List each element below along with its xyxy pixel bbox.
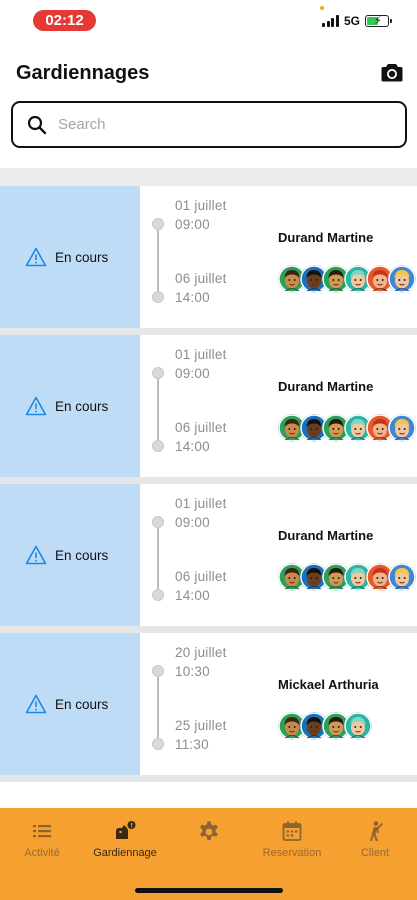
status-label: En cours xyxy=(55,249,109,265)
status-indicators: 5G ⚡ xyxy=(322,13,392,29)
battery-icon: ⚡ xyxy=(365,15,392,27)
timeline-start-dot xyxy=(152,665,164,677)
timeline-end-dot xyxy=(152,738,164,750)
end-time: 14:00 xyxy=(175,588,210,603)
status-bar: 02:12 5G ⚡ xyxy=(0,0,417,44)
start-date: 20 juillet xyxy=(175,645,227,660)
date-timeline: 01 juillet 09:00 06 juillet 14:00 xyxy=(140,484,275,626)
gardiennage-card[interactable]: En cours 20 juillet 10:30 25 juillet 11:… xyxy=(0,633,417,782)
nav-reservation[interactable]: Reservation xyxy=(255,820,329,859)
search-bar[interactable] xyxy=(11,101,407,148)
end-date: 06 juillet xyxy=(175,271,227,286)
start-date: 01 juillet xyxy=(175,198,227,213)
nav-activite[interactable]: Activité xyxy=(20,820,64,859)
avatar xyxy=(388,265,416,293)
timeline-start-dot xyxy=(152,367,164,379)
nav-label: Client xyxy=(360,847,390,859)
page-title: Gardiennages xyxy=(16,62,150,84)
timeline-start-dot xyxy=(152,516,164,528)
gardiennage-card[interactable]: En cours 01 juillet 09:00 06 juillet 14:… xyxy=(0,484,417,633)
privacy-indicator xyxy=(320,6,324,10)
nav-label: Reservation xyxy=(262,847,322,859)
pet-avatars xyxy=(278,414,416,442)
timeline-start-dot xyxy=(152,218,164,230)
pet-avatars xyxy=(278,563,416,591)
warning-icon xyxy=(25,396,47,416)
end-date: 06 juillet xyxy=(175,420,227,435)
nav-client[interactable]: Client xyxy=(356,820,394,859)
nav-gardiennage[interactable]: Gardiennage xyxy=(88,820,162,859)
timeline-end-dot xyxy=(152,291,164,303)
camera-icon[interactable] xyxy=(381,63,403,82)
start-date: 01 juillet xyxy=(175,496,227,511)
gear-icon xyxy=(200,821,218,840)
nav-label: Gardiennage xyxy=(93,847,157,859)
nav-label: Activité xyxy=(24,847,60,859)
network-type: 5G xyxy=(343,14,360,28)
dog-badge-icon xyxy=(116,821,136,839)
search-icon xyxy=(27,115,47,134)
end-date: 06 juillet xyxy=(175,569,227,584)
gardiennage-list: En cours 01 juillet 09:00 06 juillet 14:… xyxy=(0,186,417,782)
end-time: 14:00 xyxy=(175,439,210,454)
timeline-end-dot xyxy=(152,589,164,601)
start-date: 01 juillet xyxy=(175,347,227,362)
list-divider xyxy=(0,168,417,186)
search-input[interactable] xyxy=(58,116,358,133)
warning-icon xyxy=(25,247,47,267)
warning-icon xyxy=(25,694,47,714)
bottom-nav: Activité Gardiennage Reservation Client xyxy=(0,808,417,900)
pet-avatars xyxy=(278,265,416,293)
client-name: Mickael Arthuria xyxy=(278,677,379,692)
status-label: En cours xyxy=(55,696,109,712)
nav-settings[interactable] xyxy=(195,820,223,849)
gardiennage-card[interactable]: En cours 01 juillet 09:00 06 juillet 14:… xyxy=(0,186,417,335)
date-timeline: 01 juillet 09:00 06 juillet 14:00 xyxy=(140,186,275,328)
avatar xyxy=(344,712,372,740)
status-cell: En cours xyxy=(0,633,140,775)
start-time: 09:00 xyxy=(175,366,210,381)
calendar-icon xyxy=(282,821,302,841)
date-timeline: 01 juillet 09:00 06 juillet 14:00 xyxy=(140,335,275,477)
status-cell: En cours xyxy=(0,484,140,626)
app-screen: 02:12 5G ⚡ Gardiennages Search En cours … xyxy=(0,0,417,900)
start-time: 09:00 xyxy=(175,217,210,232)
end-time: 14:00 xyxy=(175,290,210,305)
avatar xyxy=(388,563,416,591)
end-date: 25 juillet xyxy=(175,718,227,733)
home-indicator xyxy=(135,888,283,893)
gardiennage-card[interactable]: En cours 01 juillet 09:00 06 juillet 14:… xyxy=(0,335,417,484)
client-name: Durand Martine xyxy=(278,528,374,543)
start-time: 09:00 xyxy=(175,515,210,530)
client-name: Durand Martine xyxy=(278,379,374,394)
client-name: Durand Martine xyxy=(278,230,374,245)
signal-icon xyxy=(322,15,339,27)
warning-icon xyxy=(25,545,47,565)
status-cell: En cours xyxy=(0,335,140,477)
walker-icon xyxy=(370,821,383,841)
status-label: En cours xyxy=(55,547,109,563)
date-timeline: 20 juillet 10:30 25 juillet 11:30 xyxy=(140,633,275,775)
timeline-end-dot xyxy=(152,440,164,452)
pet-avatars xyxy=(278,712,372,740)
avatar xyxy=(388,414,416,442)
list-icon xyxy=(33,825,51,838)
status-cell: En cours xyxy=(0,186,140,328)
start-time: 10:30 xyxy=(175,664,210,679)
end-time: 11:30 xyxy=(175,737,209,752)
status-label: En cours xyxy=(55,398,109,414)
status-time: 02:12 xyxy=(33,10,96,31)
